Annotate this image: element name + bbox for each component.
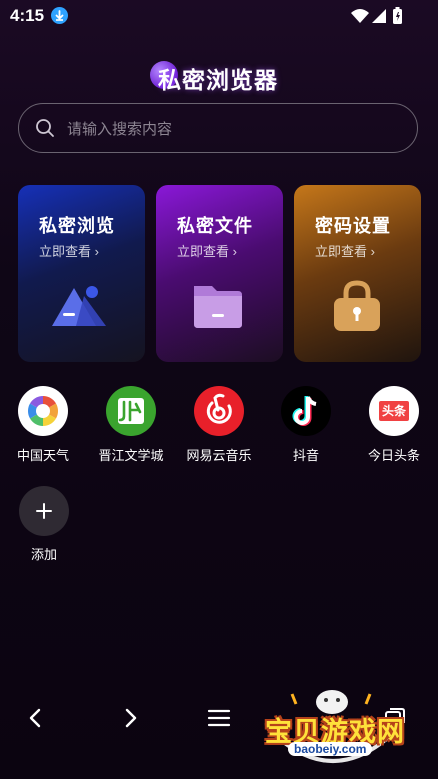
- search-bar[interactable]: [18, 103, 418, 153]
- plus-icon: [19, 486, 69, 536]
- card-view-link[interactable]: 立即查看 ›: [39, 241, 99, 260]
- card-private-browse[interactable]: 私密浏览 立即查看 ›: [18, 185, 145, 362]
- shortcut-weather[interactable]: 中国天气: [4, 386, 82, 466]
- shortcut-douyin[interactable]: 抖音: [267, 386, 345, 466]
- app-header: 私密浏览器: [0, 58, 438, 96]
- status-bar: 4:15: [0, 0, 438, 32]
- status-icons: [350, 6, 410, 26]
- card-private-files[interactable]: 私密文件 立即查看 ›: [156, 185, 283, 362]
- add-label: 添加: [30, 547, 57, 562]
- menu-button[interactable]: [197, 698, 241, 738]
- card-password-settings[interactable]: 密码设置 立即查看 ›: [294, 185, 421, 362]
- folder-icon: [190, 280, 248, 332]
- search-icon: [35, 118, 55, 138]
- card-view-link[interactable]: 立即查看 ›: [177, 241, 237, 260]
- lock-icon: [328, 280, 386, 332]
- menu-icon: [207, 709, 231, 727]
- shortcut-label: 中国天气: [16, 448, 69, 463]
- shortcut-jinjiang[interactable]: 晋江文学城: [92, 386, 170, 466]
- shortcut-label: 抖音: [292, 448, 319, 463]
- shortcut-label: 今日头条: [367, 448, 420, 463]
- douyin-icon: [281, 386, 331, 436]
- search-input[interactable]: [65, 116, 399, 142]
- netease-music-icon: [194, 386, 244, 436]
- card-view-link[interactable]: 立即查看 ›: [315, 241, 375, 260]
- card-title: 密码设置: [315, 216, 391, 236]
- chevron-right-icon: [125, 708, 137, 728]
- chevron-left-icon: [29, 708, 41, 728]
- status-time: 4:15: [10, 6, 45, 25]
- shapes-icon: [52, 280, 110, 332]
- wifi-icon: [351, 9, 369, 23]
- signal-icon: [372, 9, 386, 23]
- shortcut-label: 晋江文学城: [98, 448, 164, 463]
- watermark: 宝贝游戏网 baobeiy.com: [258, 686, 408, 774]
- add-shortcut-button[interactable]: 添加: [18, 486, 70, 562]
- forward-button[interactable]: [108, 698, 152, 738]
- toutiao-logo-text: 头条: [379, 401, 409, 421]
- back-button[interactable]: [14, 698, 58, 738]
- card-title: 私密文件: [177, 216, 253, 236]
- shortcut-label: 网易云音乐: [186, 448, 252, 463]
- card-title: 私密浏览: [39, 216, 115, 236]
- watermark-url: baobeiy.com: [288, 742, 373, 756]
- shortcut-netease-music[interactable]: 网易云音乐: [180, 386, 258, 466]
- weather-app-icon: [18, 386, 68, 436]
- download-icon: [51, 7, 68, 24]
- app-title: 私密浏览器: [158, 67, 278, 93]
- shortcut-toutiao[interactable]: 头条 今日头条: [355, 386, 433, 466]
- jinjiang-app-icon: [106, 386, 156, 436]
- toutiao-icon: 头条: [369, 386, 419, 436]
- battery-icon: [393, 7, 402, 24]
